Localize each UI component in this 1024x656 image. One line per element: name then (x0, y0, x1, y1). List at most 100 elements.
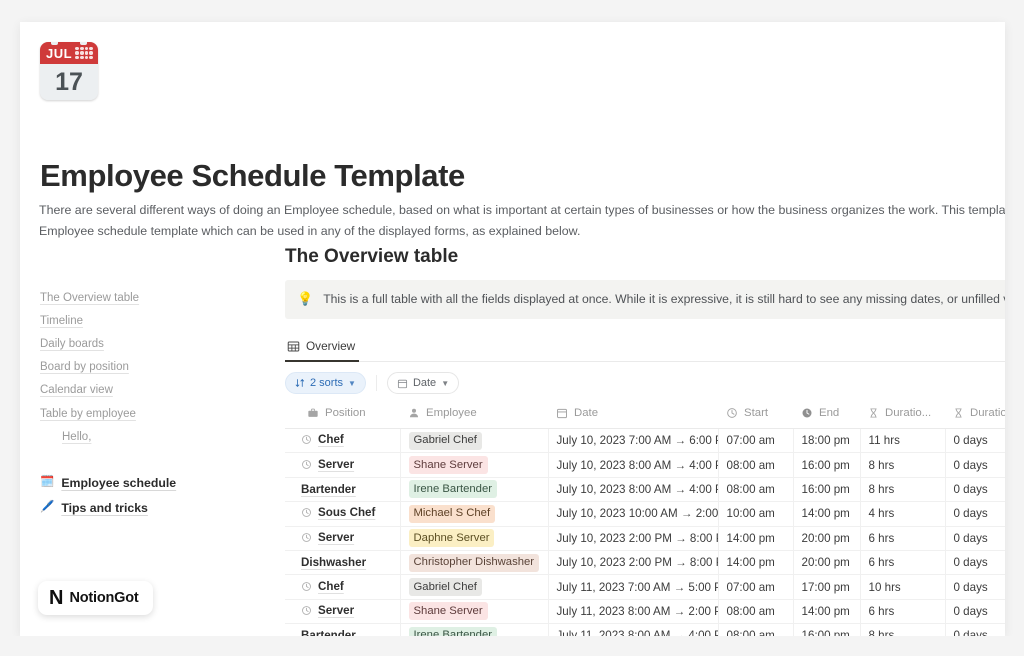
tab-overview[interactable]: Overview (285, 335, 360, 362)
toc-item-overview-table[interactable]: The Overview table (40, 286, 280, 309)
table-row[interactable]: Bartender Irene Bartender July 11, 2023 8:… (285, 623, 1005, 636)
employee-tag: Gabriel Chef (408, 578, 482, 597)
cell-duration-days[interactable]: 0 days (945, 550, 1005, 576)
cell-position[interactable]: Bartender (285, 477, 401, 503)
table-row[interactable]: Bartender Irene Bartender July 10, 2023 8:… (285, 477, 1005, 503)
cell-duration-hours[interactable]: 4 hrs (860, 501, 946, 527)
cell-position[interactable]: Dishwasher (285, 550, 401, 576)
cell-date[interactable]: July 11, 2023 7:00 AM → 5:00 PM (548, 574, 719, 600)
toc-item-table-by-employee[interactable]: Table by employee (40, 402, 280, 425)
cell-duration-hours[interactable]: 6 hrs (860, 599, 946, 625)
column-header-duration-days[interactable]: Duratio... (945, 402, 1005, 429)
toc-item-daily-boards[interactable]: Daily boards (40, 332, 280, 355)
cell-position[interactable]: Sous Chef (285, 501, 401, 527)
table-row[interactable]: Chef Gabriel Chef July 10, 2023 7:00 AM → … (285, 428, 1005, 454)
toc-item-board-by-position[interactable]: Board by position (40, 356, 280, 379)
sidebar-link-employee-schedule[interactable]: 🗓️ Employee schedule (40, 470, 280, 495)
cell-date[interactable]: July 10, 2023 2:00 PM → 8:00 PM (548, 526, 719, 551)
cell-end[interactable]: 14:00 pm (793, 599, 861, 625)
cell-duration-days[interactable]: 0 days (945, 526, 1005, 551)
cell-duration-days[interactable]: 0 days (945, 452, 1005, 478)
table-row[interactable]: Server Shane Server July 11, 2023 8:00 AM … (285, 599, 1005, 625)
cell-start[interactable]: 08:00 am (718, 477, 794, 503)
cell-employee[interactable]: Gabriel Chef (400, 574, 549, 600)
cell-date[interactable]: July 11, 2023 8:00 AM → 2:00 PM (548, 599, 719, 625)
column-header-end[interactable]: End (793, 402, 860, 429)
cell-position[interactable]: Chef (285, 428, 401, 454)
column-header-start[interactable]: Start (718, 402, 793, 429)
cell-position[interactable]: Chef (285, 574, 401, 600)
table-row[interactable]: Server Shane Server July 10, 2023 8:00 AM … (285, 452, 1005, 478)
cell-end[interactable]: 20:00 pm (793, 550, 861, 576)
cell-duration-days[interactable]: 0 days (945, 477, 1005, 503)
column-header-date[interactable]: Date (548, 402, 718, 429)
cell-duration-days[interactable]: 0 days (945, 599, 1005, 625)
cell-duration-hours[interactable]: 8 hrs (860, 623, 946, 636)
cell-employee[interactable]: Shane Server (400, 452, 549, 478)
cell-start[interactable]: 14:00 pm (718, 526, 794, 551)
column-header-duration-hours-label: Duratio... (885, 407, 932, 419)
cell-end[interactable]: 16:00 pm (793, 477, 861, 503)
column-header-duration-hours[interactable]: Duratio... (860, 402, 945, 429)
cell-employee[interactable]: Irene Bartender (400, 623, 549, 636)
toc-item-hello[interactable]: Hello, (40, 425, 280, 448)
cell-duration-hours[interactable]: 6 hrs (860, 550, 946, 576)
table-icon (287, 341, 300, 351)
cell-duration-hours[interactable]: 10 hrs (860, 574, 946, 600)
cell-employee[interactable]: Gabriel Chef (400, 428, 549, 454)
cell-start[interactable]: 10:00 am (718, 501, 794, 527)
cell-date[interactable]: July 11, 2023 8:00 AM → 4:00 PM (548, 623, 719, 636)
cell-employee[interactable]: Irene Bartender (400, 477, 549, 503)
cell-start[interactable]: 08:00 am (718, 599, 794, 625)
cell-end[interactable]: 17:00 pm (793, 574, 861, 600)
cell-date[interactable]: July 10, 2023 10:00 AM → 2:00 PM (548, 501, 719, 527)
table-row[interactable]: Sous Chef Michael S Chef July 10, 2023 10:… (285, 501, 1005, 527)
table-row[interactable]: Server Daphne Server July 10, 2023 2:00 PM… (285, 526, 1005, 551)
cell-start[interactable]: 08:00 am (718, 623, 794, 636)
column-header-position[interactable]: Position (285, 402, 400, 429)
cell-date[interactable]: July 10, 2023 8:00 AM → 4:00 PM (548, 452, 719, 478)
cell-duration-days[interactable]: 0 days (945, 501, 1005, 527)
cell-end[interactable]: 16:00 pm (793, 623, 861, 636)
cell-date[interactable]: July 10, 2023 8:00 AM → 4:00 PM (548, 477, 719, 503)
toc-item-timeline[interactable]: Timeline (40, 309, 280, 332)
cell-date[interactable]: July 10, 2023 7:00 AM → 6:00 PM (548, 428, 719, 454)
cell-end[interactable]: 14:00 pm (793, 501, 861, 527)
cell-end[interactable]: 16:00 pm (793, 452, 861, 478)
cell-employee[interactable]: Christopher Dishwasher (400, 550, 549, 576)
cell-position[interactable]: Bartender (285, 623, 401, 636)
cell-employee[interactable]: Michael S Chef (400, 501, 549, 527)
sidebar-link-tips-and-tricks[interactable]: 🖊️ Tips and tricks (40, 495, 280, 520)
cell-position-label: Dishwasher (301, 556, 367, 570)
table-row[interactable]: Chef Gabriel Chef July 11, 2023 7:00 AM → … (285, 574, 1005, 600)
cell-employee[interactable]: Shane Server (400, 599, 549, 625)
cell-duration-days[interactable]: 0 days (945, 574, 1005, 600)
column-header-employee[interactable]: Employee (400, 402, 548, 429)
cell-position[interactable]: Server (285, 452, 401, 478)
cell-end[interactable]: 20:00 pm (793, 526, 861, 551)
toc-item-calendar-view[interactable]: Calendar view (40, 379, 280, 402)
cell-start[interactable]: 08:00 am (718, 452, 794, 478)
cell-start[interactable]: 07:00 am (718, 428, 794, 454)
cell-position[interactable]: Server (285, 526, 401, 551)
cell-end[interactable]: 18:00 pm (793, 428, 861, 454)
cell-duration-hours[interactable]: 8 hrs (860, 477, 946, 503)
cell-duration-days[interactable]: 0 days (945, 623, 1005, 636)
cell-duration-hours[interactable]: 8 hrs (860, 452, 946, 478)
date-filter-chip[interactable]: Date ▼ (386, 372, 460, 394)
column-header-start-label: Start (744, 407, 769, 419)
column-header-end-label: End (819, 407, 840, 419)
cell-start[interactable]: 07:00 am (718, 574, 794, 600)
cell-duration-days[interactable]: 0 days (945, 428, 1005, 454)
cell-employee[interactable]: Daphne Server (400, 526, 549, 551)
cell-duration-hours[interactable]: 6 hrs (860, 526, 946, 551)
cell-start[interactable]: 14:00 pm (718, 550, 794, 576)
table-row[interactable]: Dishwasher Christopher Dishwasher July 10,… (285, 550, 1005, 576)
cell-date[interactable]: July 10, 2023 2:00 PM → 8:00 PM (548, 550, 719, 576)
cell-position[interactable]: Server (285, 599, 401, 625)
cell-duration-hours[interactable]: 11 hrs (860, 428, 946, 454)
view-tabs: Overview (285, 335, 1005, 362)
clock-icon (727, 408, 737, 418)
sorts-chip[interactable]: 2 sorts ▼ (285, 372, 366, 394)
date-filter-chip-label: Date (412, 377, 437, 389)
